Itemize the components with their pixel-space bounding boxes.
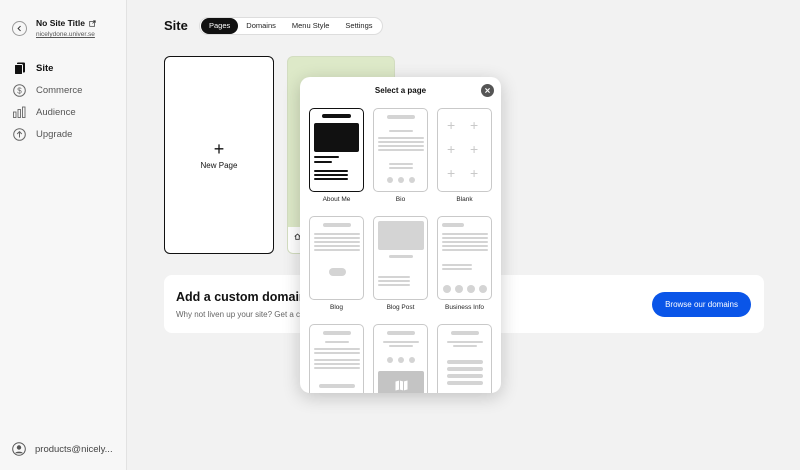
site-url-link[interactable]: nicelydone.univer.se [36, 31, 95, 38]
site-title[interactable]: No Site Title [36, 18, 96, 28]
template-grid: About Me Bio + + + + + + Blank Blog Blog… [309, 108, 492, 393]
template-row3-2[interactable] [373, 324, 428, 393]
template-blank[interactable]: + + + + + + Blank [437, 108, 492, 216]
tab-domains[interactable]: Domains [238, 18, 284, 34]
dollar-icon: $ [13, 83, 26, 97]
browse-domains-button[interactable]: Browse our domains [652, 292, 751, 317]
close-button[interactable] [481, 84, 494, 97]
template-row3-1[interactable] [309, 324, 364, 393]
sidebar-item-site[interactable]: Site [13, 57, 82, 79]
plus-icon: + [213, 139, 225, 159]
template-thumbnail [309, 108, 364, 192]
template-thumbnail [373, 108, 428, 192]
sidebar-item-commerce[interactable]: $ Commerce [13, 79, 82, 101]
banner-subtext: Why not liven up your site? Get a c [176, 310, 301, 319]
template-thumbnail [309, 324, 364, 393]
template-thumbnail [437, 324, 492, 393]
template-name: Bio [395, 196, 406, 203]
template-name: Blank [456, 196, 473, 203]
template-name: About Me [322, 196, 351, 203]
template-thumbnail [373, 216, 428, 300]
map-icon [395, 380, 408, 391]
template-row3-3[interactable] [437, 324, 492, 393]
template-blog[interactable]: Blog [309, 216, 364, 324]
chevron-left-icon [17, 25, 21, 32]
sidebar-item-label: Upgrade [36, 128, 73, 140]
sidebar: No Site Title nicelydone.univer.se Site … [0, 0, 127, 470]
template-business-info[interactable]: Business Info [437, 216, 492, 324]
upgrade-arrow-icon [13, 127, 26, 141]
svg-text:$: $ [17, 86, 22, 95]
site-title-text: No Site Title [36, 18, 85, 28]
template-name: Blog [329, 304, 343, 311]
tab-pages[interactable]: Pages [201, 18, 239, 34]
bar-chart-icon [13, 106, 26, 119]
template-bio[interactable]: Bio [373, 108, 428, 216]
template-about-me[interactable]: About Me [309, 108, 364, 216]
template-name: Blog Post [386, 304, 415, 311]
template-name: Business Info [444, 304, 485, 311]
tab-settings[interactable]: Settings [337, 18, 380, 34]
account-email: products@nicely... [35, 443, 113, 455]
template-thumbnail: + + + + + + [437, 108, 492, 192]
account-menu[interactable]: products@nicely... [12, 442, 113, 456]
template-blog-post[interactable]: Blog Post [373, 216, 428, 324]
new-page-card[interactable]: + New Page [164, 56, 274, 254]
back-button[interactable] [12, 21, 27, 36]
external-link-icon[interactable] [89, 19, 96, 27]
sidebar-item-audience[interactable]: Audience [13, 101, 82, 123]
template-thumbnail [437, 216, 492, 300]
sidebar-item-upgrade[interactable]: Upgrade [13, 123, 82, 145]
template-thumbnail [309, 216, 364, 300]
section-tabs: Pages Domains Menu Style Settings [199, 17, 383, 35]
new-page-label: New Page [200, 161, 238, 170]
sidebar-nav: Site $ Commerce Audience Upgrade [13, 57, 82, 145]
page-title: Site [164, 18, 188, 33]
pages-icon [13, 62, 26, 75]
select-page-modal: Select a page About Me Bio + + + + + + B… [300, 77, 501, 393]
close-icon [485, 88, 490, 93]
sidebar-item-label: Audience [36, 106, 76, 118]
sidebar-item-label: Site [36, 62, 54, 74]
tab-menu-style[interactable]: Menu Style [284, 18, 338, 34]
user-avatar-icon [12, 442, 26, 456]
modal-title: Select a page [374, 86, 427, 95]
banner-heading: Add a custom domain [176, 290, 307, 304]
sidebar-item-label: Commerce [36, 84, 83, 96]
template-thumbnail [373, 324, 428, 393]
